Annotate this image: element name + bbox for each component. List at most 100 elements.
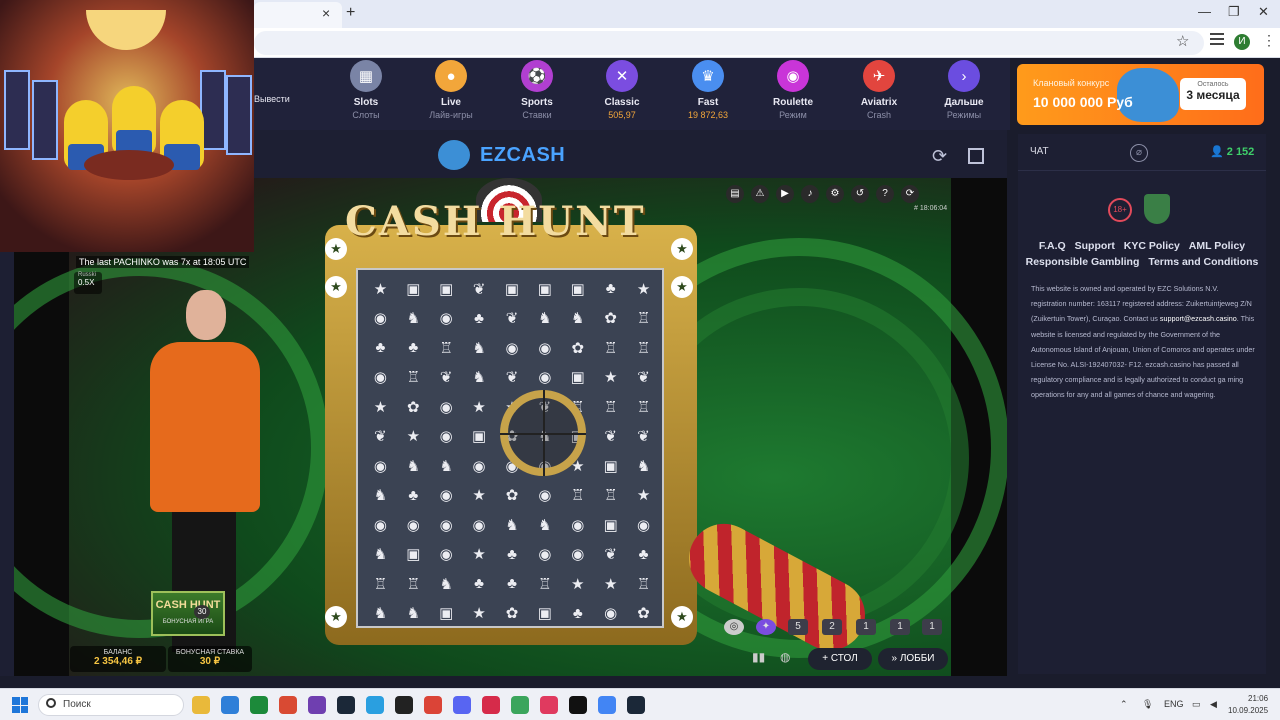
support-link[interactable]: Support xyxy=(1075,240,1115,252)
grid-symbol-cell[interactable]: ▣ xyxy=(496,274,529,304)
grid-symbol-cell[interactable]: ♖ xyxy=(561,481,594,511)
grid-symbol-cell[interactable]: ♖ xyxy=(627,304,660,334)
grid-symbol-cell[interactable]: ▣ xyxy=(594,451,627,481)
taskbar-app-icon[interactable] xyxy=(453,696,471,714)
nav-fast[interactable]: ♛ Fast 19 872,63 xyxy=(673,58,743,120)
taskbar-app-icon[interactable] xyxy=(598,696,616,714)
grid-symbol-cell[interactable]: ❦ xyxy=(496,304,529,334)
grid-symbol-cell[interactable]: ❦ xyxy=(364,422,397,452)
nav-slots[interactable]: ▦ Slots Слоты xyxy=(331,58,401,120)
taskbar-app-icon[interactable] xyxy=(395,696,413,714)
bookmark-star-icon[interactable]: ☆ xyxy=(1176,32,1189,50)
grid-symbol-cell[interactable]: ★ xyxy=(364,392,397,422)
grid-symbol-cell[interactable]: ❦ xyxy=(627,422,660,452)
grid-symbol-cell[interactable]: ✿ xyxy=(496,599,529,629)
grid-symbol-cell[interactable]: ▣ xyxy=(528,274,561,304)
grid-symbol-cell[interactable]: ♞ xyxy=(496,510,529,540)
grid-symbol-cell[interactable]: ◉ xyxy=(561,510,594,540)
grid-symbol-cell[interactable]: ❦ xyxy=(496,363,529,393)
taskbar-app-icon[interactable] xyxy=(424,696,442,714)
grid-symbol-cell[interactable]: ♞ xyxy=(528,304,561,334)
grid-symbol-cell[interactable]: ♖ xyxy=(627,333,660,363)
windows-start-icon[interactable] xyxy=(12,697,28,713)
grid-symbol-cell[interactable]: ♣ xyxy=(627,540,660,570)
grid-symbol-cell[interactable]: ♞ xyxy=(627,451,660,481)
grid-symbol-cell[interactable]: ◉ xyxy=(397,510,430,540)
eye-off-icon[interactable]: ⌀ xyxy=(1130,144,1148,162)
grid-symbol-cell[interactable]: ✿ xyxy=(496,481,529,511)
grid-symbol-cell[interactable]: ♞ xyxy=(430,569,463,599)
grid-symbol-cell[interactable]: ★ xyxy=(594,569,627,599)
url-field[interactable] xyxy=(254,31,1204,55)
grid-symbol-cell[interactable]: ❦ xyxy=(627,363,660,393)
grid-symbol-cell[interactable]: ♣ xyxy=(397,481,430,511)
nav-aviatrix[interactable]: ✈ Aviatrix Crash xyxy=(844,58,914,120)
grid-symbol-cell[interactable]: ♖ xyxy=(364,569,397,599)
nav-roulette[interactable]: ◉ Roulette Режим xyxy=(758,58,828,120)
refresh-icon[interactable]: ⟳ xyxy=(932,146,947,167)
bonus-game-tile[interactable]: CASH HUNT БОНУСНАЯ ИГРА xyxy=(151,591,225,636)
kyc-policy-link[interactable]: KYC Policy xyxy=(1124,240,1180,252)
lobby-button[interactable]: » ЛОББИ xyxy=(878,648,948,670)
settings-gear-icon[interactable]: ⚙ xyxy=(826,185,844,203)
taskbar-app-icon[interactable] xyxy=(308,696,326,714)
taskbar-app-icon[interactable] xyxy=(627,696,645,714)
grid-symbol-cell[interactable]: ★ xyxy=(463,599,496,629)
video-icon[interactable]: ▶ xyxy=(776,185,794,203)
grid-symbol-cell[interactable]: ◉ xyxy=(430,392,463,422)
grid-symbol-cell[interactable]: ◉ xyxy=(627,510,660,540)
taskbar-app-icon[interactable] xyxy=(337,696,355,714)
grid-symbol-cell[interactable]: ♣ xyxy=(463,304,496,334)
grid-symbol-cell[interactable]: ♣ xyxy=(364,333,397,363)
taskbar-app-icon[interactable] xyxy=(482,696,500,714)
grid-symbol-cell[interactable]: ★ xyxy=(463,481,496,511)
grid-symbol-cell[interactable]: ▣ xyxy=(397,274,430,304)
grid-symbol-cell[interactable]: ★ xyxy=(463,392,496,422)
history-icon[interactable]: ↺ xyxy=(851,185,869,203)
grid-symbol-cell[interactable]: ◉ xyxy=(528,363,561,393)
grid-symbol-cell[interactable]: ▣ xyxy=(528,599,561,629)
fullscreen-icon[interactable] xyxy=(968,148,984,164)
terms-link[interactable]: Terms and Conditions xyxy=(1148,256,1258,268)
warning-icon[interactable]: ⚠ xyxy=(751,185,769,203)
grid-symbol-cell[interactable]: ★ xyxy=(627,274,660,304)
reading-list-icon[interactable] xyxy=(1210,33,1224,45)
grid-symbol-cell[interactable]: ★ xyxy=(627,481,660,511)
grid-symbol-cell[interactable]: ♣ xyxy=(496,569,529,599)
grid-symbol-cell[interactable]: ♞ xyxy=(397,599,430,629)
chat-icon[interactable]: ◍ xyxy=(780,650,790,664)
grid-symbol-cell[interactable]: ❦ xyxy=(594,540,627,570)
grid-symbol-cell[interactable]: ◉ xyxy=(364,363,397,393)
close-window-button[interactable]: ✕ xyxy=(1258,4,1269,20)
grid-symbol-cell[interactable]: ♣ xyxy=(561,599,594,629)
grid-symbol-cell[interactable]: ♖ xyxy=(594,392,627,422)
grid-symbol-cell[interactable]: ✿ xyxy=(594,304,627,334)
nav-more[interactable]: › Дальше Режимы xyxy=(929,58,999,120)
language-indicator[interactable]: ENG xyxy=(1164,699,1184,709)
taskbar-app-icon[interactable] xyxy=(511,696,529,714)
grid-symbol-cell[interactable]: ◉ xyxy=(561,540,594,570)
grid-symbol-cell[interactable]: ♞ xyxy=(364,481,397,511)
grid-symbol-cell[interactable]: ♖ xyxy=(528,569,561,599)
grid-symbol-cell[interactable]: ♞ xyxy=(561,304,594,334)
aml-policy-link[interactable]: AML Policy xyxy=(1189,240,1245,252)
grid-symbol-cell[interactable]: ♖ xyxy=(594,481,627,511)
grid-symbol-cell[interactable]: ◉ xyxy=(528,333,561,363)
grid-symbol-cell[interactable]: ★ xyxy=(463,540,496,570)
grid-symbol-cell[interactable]: ◉ xyxy=(430,422,463,452)
grid-symbol-cell[interactable]: ♖ xyxy=(397,569,430,599)
nav-sports[interactable]: ⚽ Sports Ставки xyxy=(502,58,572,120)
taskbar-app-icon[interactable] xyxy=(250,696,268,714)
grid-symbol-cell[interactable]: ★ xyxy=(364,274,397,304)
grid-symbol-cell[interactable]: ✿ xyxy=(397,392,430,422)
grid-symbol-cell[interactable]: ♖ xyxy=(397,363,430,393)
faq-link[interactable]: F.A.Q xyxy=(1039,240,1066,252)
grid-symbol-cell[interactable]: ▣ xyxy=(561,274,594,304)
grid-symbol-cell[interactable]: ◉ xyxy=(364,510,397,540)
grid-symbol-cell[interactable]: ★ xyxy=(561,569,594,599)
grid-symbol-cell[interactable]: ◉ xyxy=(430,510,463,540)
grid-symbol-cell[interactable]: ♖ xyxy=(627,392,660,422)
profile-avatar[interactable]: И xyxy=(1234,34,1250,50)
grid-symbol-cell[interactable]: ◉ xyxy=(594,599,627,629)
grid-symbol-cell[interactable]: ♞ xyxy=(463,333,496,363)
